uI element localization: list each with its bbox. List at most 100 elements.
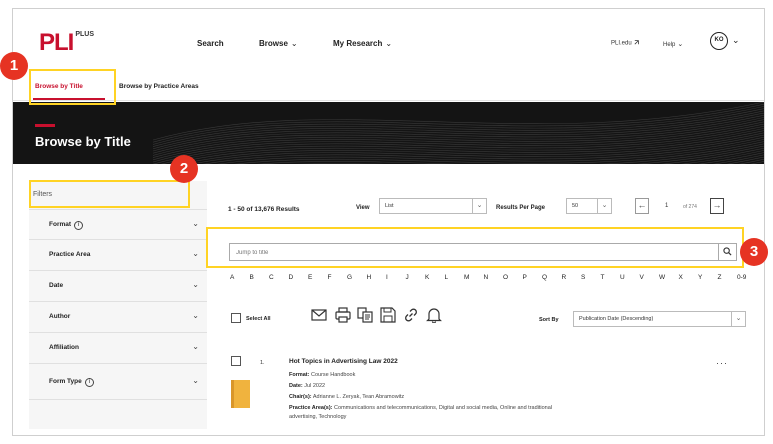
next-page-button[interactable]: → — [710, 198, 724, 214]
alphabet-letter-d[interactable]: D — [289, 274, 294, 281]
result-practice-areas: Practice Area(s): Communications and tel… — [289, 405, 552, 411]
alphabet-letter-f[interactable]: F — [328, 274, 332, 281]
page-number-input[interactable]: 1 — [665, 203, 668, 209]
nav-search-label: Search — [197, 39, 224, 48]
help-label: Help — [663, 42, 676, 48]
alphabet-letter-j[interactable]: J — [406, 274, 409, 281]
alphabet-letter-t[interactable]: T — [601, 274, 605, 281]
highlight-jump-to-title — [206, 227, 744, 268]
filter-form-type-label: Form Type i — [49, 378, 94, 387]
chevron-down-icon: ⌄ — [192, 219, 199, 228]
nav-my-research-label: My Research — [333, 39, 383, 48]
practice-label: Practice Area(s): — [289, 405, 333, 411]
result-practice-areas-cont: advertising, Technology — [289, 414, 347, 420]
alphabet-letter-y[interactable]: Y — [698, 274, 702, 281]
nav-search[interactable]: Search — [197, 39, 224, 48]
more-options-icon[interactable]: ··· — [716, 358, 728, 368]
filter-format[interactable]: Format i ⌄ — [29, 209, 207, 240]
filter-author[interactable]: Author ⌄ — [29, 302, 207, 333]
alphabet-letter-a[interactable]: A — [230, 274, 234, 281]
chevron-down-icon: ⌄ — [472, 199, 486, 213]
alphabet-letter-e[interactable]: E — [308, 274, 312, 281]
alphabet-letter-s[interactable]: S — [581, 274, 585, 281]
date-value: Jul 2022 — [304, 383, 326, 389]
alphabet-letter-h[interactable]: H — [367, 274, 372, 281]
view-label: View — [356, 205, 370, 211]
help-menu[interactable]: Help ⌄ — [663, 40, 683, 48]
step-badge-3: 3 — [740, 238, 768, 266]
view-select[interactable]: List ⌄ — [379, 198, 487, 214]
print-icon[interactable] — [335, 307, 351, 323]
alphabet-letter-q[interactable]: Q — [542, 274, 547, 281]
citation-icon[interactable] — [357, 307, 373, 323]
chevron-down-icon: ⌄ — [677, 41, 684, 48]
step-badge-2: 2 — [170, 155, 198, 183]
alphabet-letter-r[interactable]: R — [562, 274, 567, 281]
email-icon[interactable] — [311, 307, 327, 323]
pli-logo[interactable]: PLI PLUS — [39, 29, 94, 57]
user-avatar[interactable]: KO — [710, 32, 728, 50]
filter-date[interactable]: Date ⌄ — [29, 271, 207, 302]
format-label: Format: — [289, 372, 310, 378]
alphabet-letter-v[interactable]: V — [640, 274, 644, 281]
alphabet-letter-c[interactable]: C — [269, 274, 274, 281]
save-icon[interactable] — [380, 307, 396, 323]
plilinks-label: PLI.edu — [611, 40, 632, 47]
chevron-down-icon: ⌄ — [290, 39, 298, 48]
result-title[interactable]: Hot Topics in Advertising Law 2022 — [289, 358, 398, 365]
highlight-filters — [29, 180, 190, 208]
alphabet-letter-m[interactable]: M — [464, 274, 469, 281]
alphabet-letter-u[interactable]: U — [620, 274, 625, 281]
select-all-label: Select All — [246, 316, 271, 322]
book-cover-thumbnail[interactable] — [231, 380, 250, 408]
filter-affiliation-label: Affiliation — [49, 344, 79, 351]
alphabet-letter-n[interactable]: N — [484, 274, 489, 281]
info-icon[interactable]: i — [74, 221, 84, 230]
alphabet-letter-b[interactable]: B — [250, 274, 254, 281]
alphabet-letter-o[interactable]: O — [503, 274, 508, 281]
app-frame: PLI PLUS Search Browse ⌄ My Research ⌄ PLI.… — [12, 8, 765, 436]
filter-format-label: Format i — [49, 221, 84, 230]
alphabet-letter-0-9[interactable]: 0-9 — [737, 274, 746, 281]
filter-practice-area[interactable]: Practice Area ⌄ — [29, 240, 207, 271]
top-nav: PLI PLUS Search Browse ⌄ My Research ⌄ PLI.… — [13, 9, 764, 71]
logo-text: PLI — [39, 29, 74, 56]
alphabet-letter-z[interactable]: Z — [718, 274, 722, 281]
link-icon[interactable] — [403, 307, 419, 323]
browse-tabs: Browse by Title Browse by Practice Areas — [13, 71, 764, 101]
results-per-page-select[interactable]: 50 ⌄ — [566, 198, 612, 214]
alphabet-letter-i[interactable]: I — [386, 274, 388, 281]
prev-page-button[interactable]: ← — [635, 198, 649, 214]
sort-by-select[interactable]: Publication Date (Descending) ⌄ — [573, 311, 746, 327]
result-checkbox[interactable] — [231, 356, 241, 366]
view-select-value: List — [385, 203, 394, 209]
alphabet-letter-l[interactable]: L — [445, 274, 449, 281]
format-value: Course Handbook — [311, 372, 356, 378]
chevron-down-icon: ⌄ — [597, 199, 611, 213]
filter-practice-area-label: Practice Area — [49, 251, 91, 258]
nav-browse[interactable]: Browse ⌄ — [259, 39, 298, 48]
alphabet-letter-w[interactable]: W — [659, 274, 665, 281]
practice-value: Communications and telecommunications, D… — [334, 405, 553, 411]
chevron-down-icon: ⌄ — [192, 376, 199, 385]
info-icon[interactable]: i — [84, 378, 94, 387]
alphabet-letter-p[interactable]: P — [523, 274, 527, 281]
filter-author-label: Author — [49, 313, 71, 320]
bell-icon[interactable] — [426, 307, 442, 323]
tab-browse-by-practice-areas[interactable]: Browse by Practice Areas — [119, 83, 199, 90]
chairs-label: Chair(s): — [289, 394, 312, 400]
nav-my-research[interactable]: My Research ⌄ — [333, 39, 392, 48]
filter-affiliation[interactable]: Affiliation ⌄ — [29, 333, 207, 364]
result-chairs: Chair(s): Adrianne L. Zeryak, Tean Abram… — [289, 394, 404, 400]
chevron-down-icon[interactable]: ⌄ — [732, 35, 740, 46]
plilinks-link[interactable]: PLI.edu — [611, 40, 640, 47]
select-all-checkbox[interactable] — [231, 313, 241, 323]
chevron-down-icon: ⌄ — [192, 249, 199, 258]
nav-browse-label: Browse — [259, 39, 288, 48]
alphabet-letter-x[interactable]: X — [679, 274, 683, 281]
filter-form-type[interactable]: Form Type i ⌄ — [29, 364, 207, 400]
alphabet-nav: A B C D E F G H I J K L M N O P Q R S T U V W X Y Z 0-9 — [230, 274, 750, 284]
alphabet-letter-k[interactable]: K — [425, 274, 429, 281]
alphabet-letter-g[interactable]: G — [347, 274, 352, 281]
results-per-page-label: Results Per Page — [496, 205, 546, 211]
